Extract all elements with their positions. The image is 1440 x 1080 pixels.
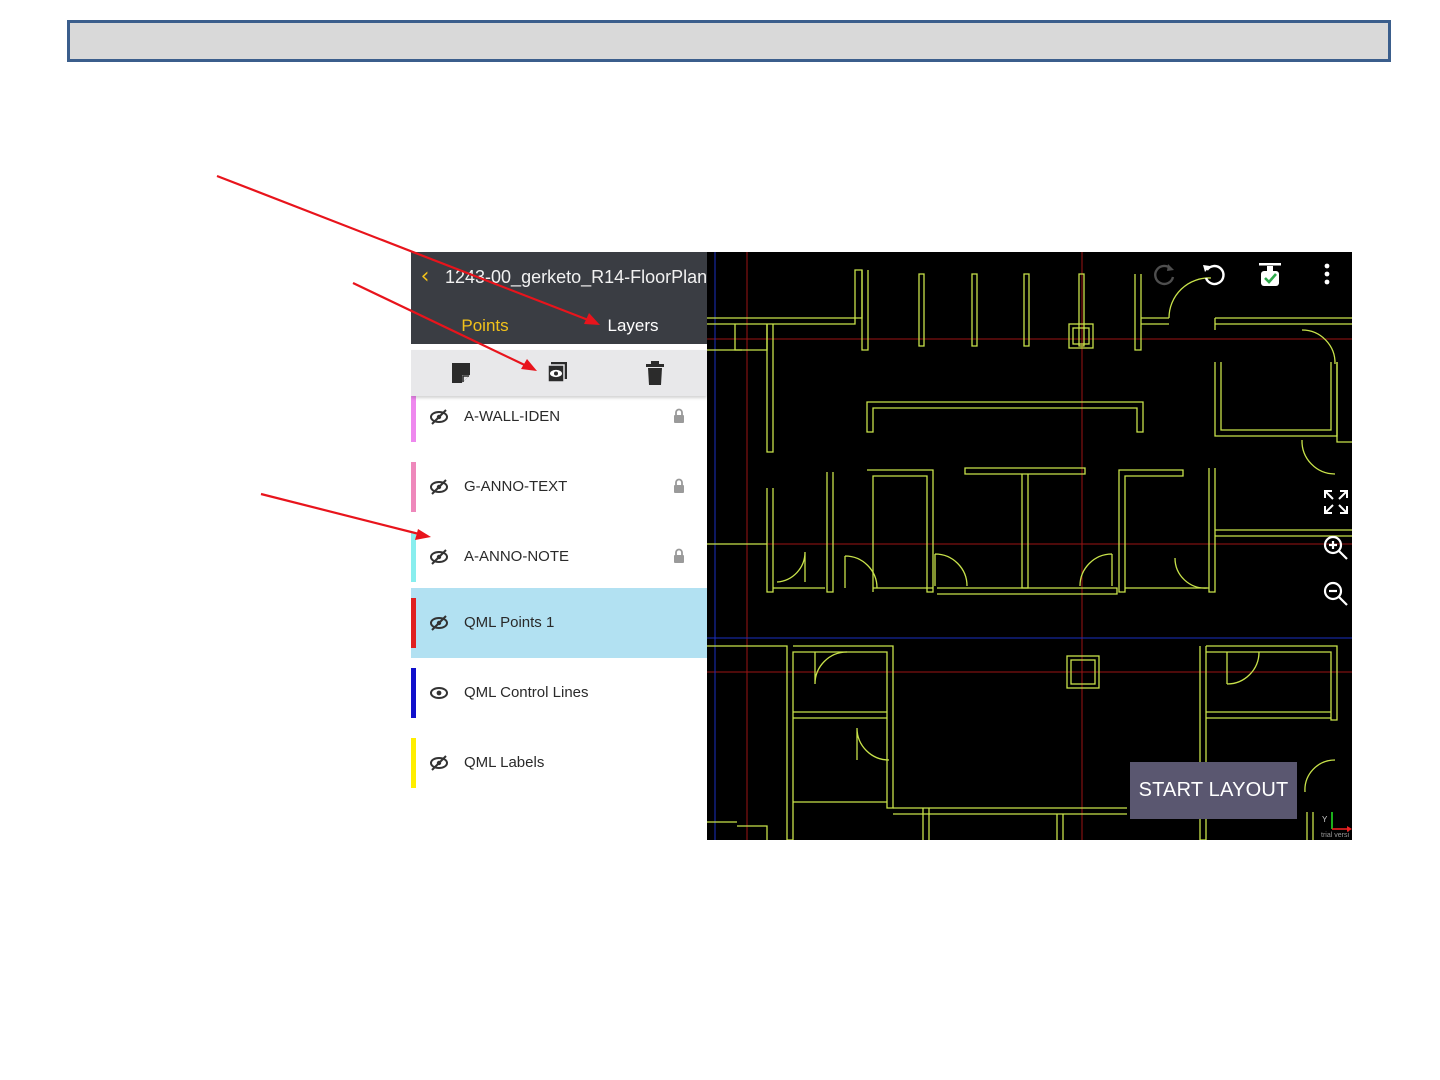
fit-extents-icon[interactable] — [1322, 488, 1350, 516]
layer-name: A-WALL-IDEN — [464, 408, 561, 425]
arrow-to-layer-eye — [260, 492, 428, 538]
layer-color-swatch — [411, 738, 416, 788]
layers-sidebar: ‹ 1243-00_gerketo_R14-FloorPlan Points L… — [411, 252, 707, 840]
chevron-left-icon[interactable]: ‹ — [415, 266, 435, 288]
redo-icon[interactable] — [1150, 260, 1178, 288]
axis-y-label: Y — [1322, 815, 1328, 824]
layer-name: QML Points 1 — [464, 614, 555, 631]
layer-list: A-WALL-IDEN G-ANNO-TEXT A-ANNO-NOTE QML … — [411, 344, 707, 840]
layer-color-swatch — [411, 532, 416, 582]
layer-color-swatch — [411, 598, 416, 648]
layer-name: G-ANNO-TEXT — [464, 478, 568, 495]
layer-name: QML Labels — [464, 754, 545, 771]
note-icon[interactable] — [449, 360, 473, 386]
visibility-toggle-icon[interactable] — [545, 360, 569, 386]
slide-title-bar — [67, 20, 1391, 62]
layer-row-selected[interactable]: QML Points 1 — [411, 588, 707, 658]
layer-color-swatch — [411, 462, 416, 512]
eye-off-icon[interactable] — [429, 407, 449, 427]
trash-icon[interactable] — [643, 360, 667, 386]
lock-icon — [673, 478, 685, 494]
eye-icon[interactable] — [429, 683, 449, 703]
layer-color-swatch — [411, 392, 416, 442]
undo-icon[interactable] — [1200, 260, 1228, 288]
lock-icon — [673, 548, 685, 564]
layer-name: A-ANNO-NOTE — [464, 548, 569, 565]
layer-row[interactable]: QML Control Lines — [411, 658, 707, 728]
eye-off-icon[interactable] — [429, 613, 449, 633]
file-title: 1243-00_gerketo_R14-FloorPlan — [445, 267, 707, 287]
more-vert-icon[interactable] — [1313, 260, 1341, 288]
layer-toolbar — [411, 350, 707, 396]
layer-row[interactable]: G-ANNO-TEXT — [411, 452, 707, 522]
eye-off-icon[interactable] — [429, 477, 449, 497]
trial-watermark: trial versi — [1321, 832, 1350, 839]
lock-icon — [673, 408, 685, 424]
start-layout-button[interactable]: START LAYOUT — [1130, 762, 1297, 819]
eye-off-icon[interactable] — [429, 753, 449, 773]
floorplan-drawing — [707, 252, 1352, 840]
floorplan-map[interactable]: START LAYOUT Y trial versi — [707, 252, 1352, 840]
layer-row[interactable]: QML Labels — [411, 728, 707, 798]
eye-off-icon[interactable] — [429, 547, 449, 567]
zoom-out-icon[interactable] — [1322, 580, 1350, 608]
sidebar-header: ‹ 1243-00_gerketo_R14-FloorPlan Points L… — [411, 252, 707, 350]
layer-name: QML Control Lines — [464, 684, 589, 701]
layer-color-swatch — [411, 668, 416, 718]
stake-check-icon[interactable] — [1256, 260, 1284, 288]
layer-row[interactable]: A-ANNO-NOTE — [411, 522, 707, 592]
zoom-in-icon[interactable] — [1322, 534, 1350, 562]
